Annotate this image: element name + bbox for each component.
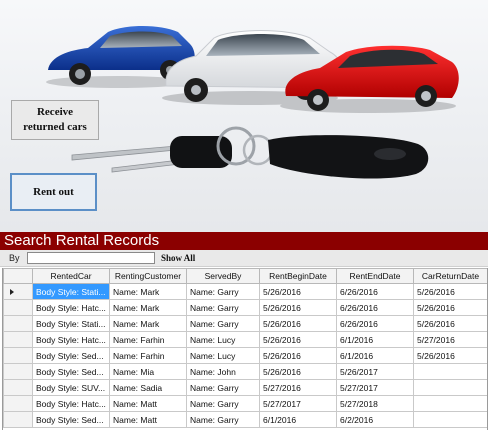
cell-rentbegindate[interactable]: 6/1/2016 (259, 411, 337, 428)
cell-rentbegindate[interactable]: 5/26/2016 (259, 363, 337, 380)
cell-carreturndate[interactable]: 5/26/2016 (413, 283, 487, 300)
cell-servedby[interactable]: Name: Garry (186, 283, 260, 300)
cell-rentedcar[interactable]: Body Style: Stati... (32, 283, 110, 300)
rental-records-grid[interactable]: RentedCar RentingCustomer ServedBy RentB… (2, 268, 488, 430)
by-label: By (9, 253, 20, 263)
row-selector[interactable] (3, 379, 33, 396)
search-filter-row: By Show All (0, 250, 488, 267)
row-header-corner (3, 268, 33, 284)
cell-rentedcar[interactable]: Body Style: Hatc... (32, 395, 110, 412)
cell-rentbegindate[interactable]: 5/27/2016 (259, 379, 337, 396)
cell-rentedcar[interactable]: Body Style: Sed... (32, 363, 110, 380)
column-header-servedby[interactable]: ServedBy (186, 268, 260, 284)
cell-carreturndate[interactable] (413, 379, 487, 396)
table-row[interactable]: Body Style: Hatc... Name: Mark Name: Garry… (3, 299, 487, 316)
cell-rentbegindate[interactable]: 5/26/2016 (259, 299, 337, 316)
cell-rentingcustomer[interactable]: Name: Farhin (109, 347, 187, 364)
row-selector[interactable] (3, 331, 33, 348)
car-keys (71, 126, 429, 179)
row-selector[interactable] (3, 283, 33, 300)
search-by-combobox[interactable] (27, 252, 155, 264)
cell-carreturndate[interactable]: 5/26/2016 (413, 299, 487, 316)
row-selector[interactable] (3, 347, 33, 364)
cell-rentenddate[interactable]: 6/1/2016 (336, 347, 414, 364)
cell-rentbegindate[interactable]: 5/26/2016 (259, 283, 337, 300)
search-rental-records-header: Search Rental Records (0, 232, 488, 250)
cell-rentbegindate[interactable]: 5/26/2016 (259, 347, 337, 364)
cell-rentedcar[interactable]: Body Style: SUV... (32, 379, 110, 396)
cell-rentingcustomer[interactable]: Name: Farhin (109, 331, 187, 348)
table-row[interactable]: Body Style: Stati... Name: Mark Name: Garr… (3, 283, 487, 300)
column-header-rentedcar[interactable]: RentedCar (32, 268, 110, 284)
cell-rentedcar[interactable]: Body Style: Sed... (32, 411, 110, 428)
cell-rentingcustomer[interactable]: Name: Mark (109, 283, 187, 300)
row-selector[interactable] (3, 363, 33, 380)
cell-carreturndate[interactable] (413, 363, 487, 380)
current-row-arrow-icon (10, 288, 14, 295)
row-selector[interactable] (3, 411, 33, 428)
cell-rentingcustomer[interactable]: Name: Mia (109, 363, 187, 380)
cell-servedby[interactable]: Name: Garry (186, 315, 260, 332)
cell-rentbegindate[interactable]: 5/26/2016 (259, 315, 337, 332)
cell-carreturndate[interactable]: 5/26/2016 (413, 347, 487, 364)
row-selector[interactable] (3, 299, 33, 316)
table-row[interactable]: Body Style: Sed... Name: Farhin Name: Lucy… (3, 347, 487, 364)
column-header-rentbegindate[interactable]: RentBeginDate (259, 268, 337, 284)
cell-carreturndate[interactable] (413, 395, 487, 412)
table-row[interactable]: Body Style: Hatc... Name: Matt Name: Garry… (3, 395, 487, 412)
table-row[interactable]: Body Style: SUV... Name: Sadia Name: Garry… (3, 379, 487, 396)
cell-rentenddate[interactable]: 6/26/2016 (336, 299, 414, 316)
table-row[interactable]: Body Style: Sed... Name: Mia Name: John 5/2… (3, 363, 487, 380)
rental-records-table: RentedCar RentingCustomer ServedBy RentB… (3, 268, 487, 428)
cell-rentenddate[interactable]: 5/26/2017 (336, 363, 414, 380)
cell-servedby[interactable]: Name: Garry (186, 395, 260, 412)
cell-rentingcustomer[interactable]: Name: Matt (109, 411, 187, 428)
grid-body: Body Style: Stati... Name: Mark Name: Garr… (3, 283, 487, 428)
cell-rentedcar[interactable]: Body Style: Hatc... (32, 299, 110, 316)
cell-rentedcar[interactable]: Body Style: Sed... (32, 347, 110, 364)
receive-returned-cars-button[interactable]: Receive returned cars (11, 100, 99, 140)
cell-carreturndate[interactable] (413, 411, 487, 428)
cell-rentenddate[interactable]: 5/27/2017 (336, 379, 414, 396)
cell-rentedcar[interactable]: Body Style: Stati... (32, 315, 110, 332)
cell-rentingcustomer[interactable]: Name: Matt (109, 395, 187, 412)
cell-carreturndate[interactable]: 5/27/2016 (413, 331, 487, 348)
table-row[interactable]: Body Style: Sed... Name: Matt Name: Garry 6… (3, 411, 487, 428)
column-header-rentenddate[interactable]: RentEndDate (336, 268, 414, 284)
cell-servedby[interactable]: Name: Garry (186, 299, 260, 316)
row-selector[interactable] (3, 395, 33, 412)
column-header-rentingcustomer[interactable]: RentingCustomer (109, 268, 187, 284)
table-row[interactable]: Body Style: Hatc... Name: Farhin Name: Luc… (3, 331, 487, 348)
cell-servedby[interactable]: Name: Lucy (186, 331, 260, 348)
cell-rentingcustomer[interactable]: Name: Mark (109, 299, 187, 316)
cell-rentingcustomer[interactable]: Name: Sadia (109, 379, 187, 396)
rent-out-button[interactable]: Rent out (10, 173, 97, 211)
cell-servedby[interactable]: Name: John (186, 363, 260, 380)
cell-rentenddate[interactable]: 6/1/2016 (336, 331, 414, 348)
cell-rentenddate[interactable]: 6/26/2016 (336, 315, 414, 332)
table-row[interactable]: Body Style: Stati... Name: Mark Name: Garr… (3, 315, 487, 332)
cell-rentingcustomer[interactable]: Name: Mark (109, 315, 187, 332)
cell-rentbegindate[interactable]: 5/27/2017 (259, 395, 337, 412)
hero-image: Receive returned cars Rent out (0, 0, 488, 232)
cell-rentenddate[interactable]: 6/26/2016 (336, 283, 414, 300)
cell-rentbegindate[interactable]: 5/26/2016 (259, 331, 337, 348)
cell-rentenddate[interactable]: 6/2/2016 (336, 411, 414, 428)
cell-servedby[interactable]: Name: Garry (186, 411, 260, 428)
cell-servedby[interactable]: Name: Garry (186, 379, 260, 396)
show-all-button[interactable]: Show All (161, 253, 195, 263)
cell-rentedcar[interactable]: Body Style: Hatc... (32, 331, 110, 348)
row-selector[interactable] (3, 315, 33, 332)
column-header-carreturndate[interactable]: CarReturnDate (413, 268, 487, 284)
cell-rentenddate[interactable]: 5/27/2018 (336, 395, 414, 412)
cell-servedby[interactable]: Name: Lucy (186, 347, 260, 364)
cell-carreturndate[interactable]: 5/26/2016 (413, 315, 487, 332)
header-row: RentedCar RentingCustomer ServedBy RentB… (3, 268, 487, 284)
